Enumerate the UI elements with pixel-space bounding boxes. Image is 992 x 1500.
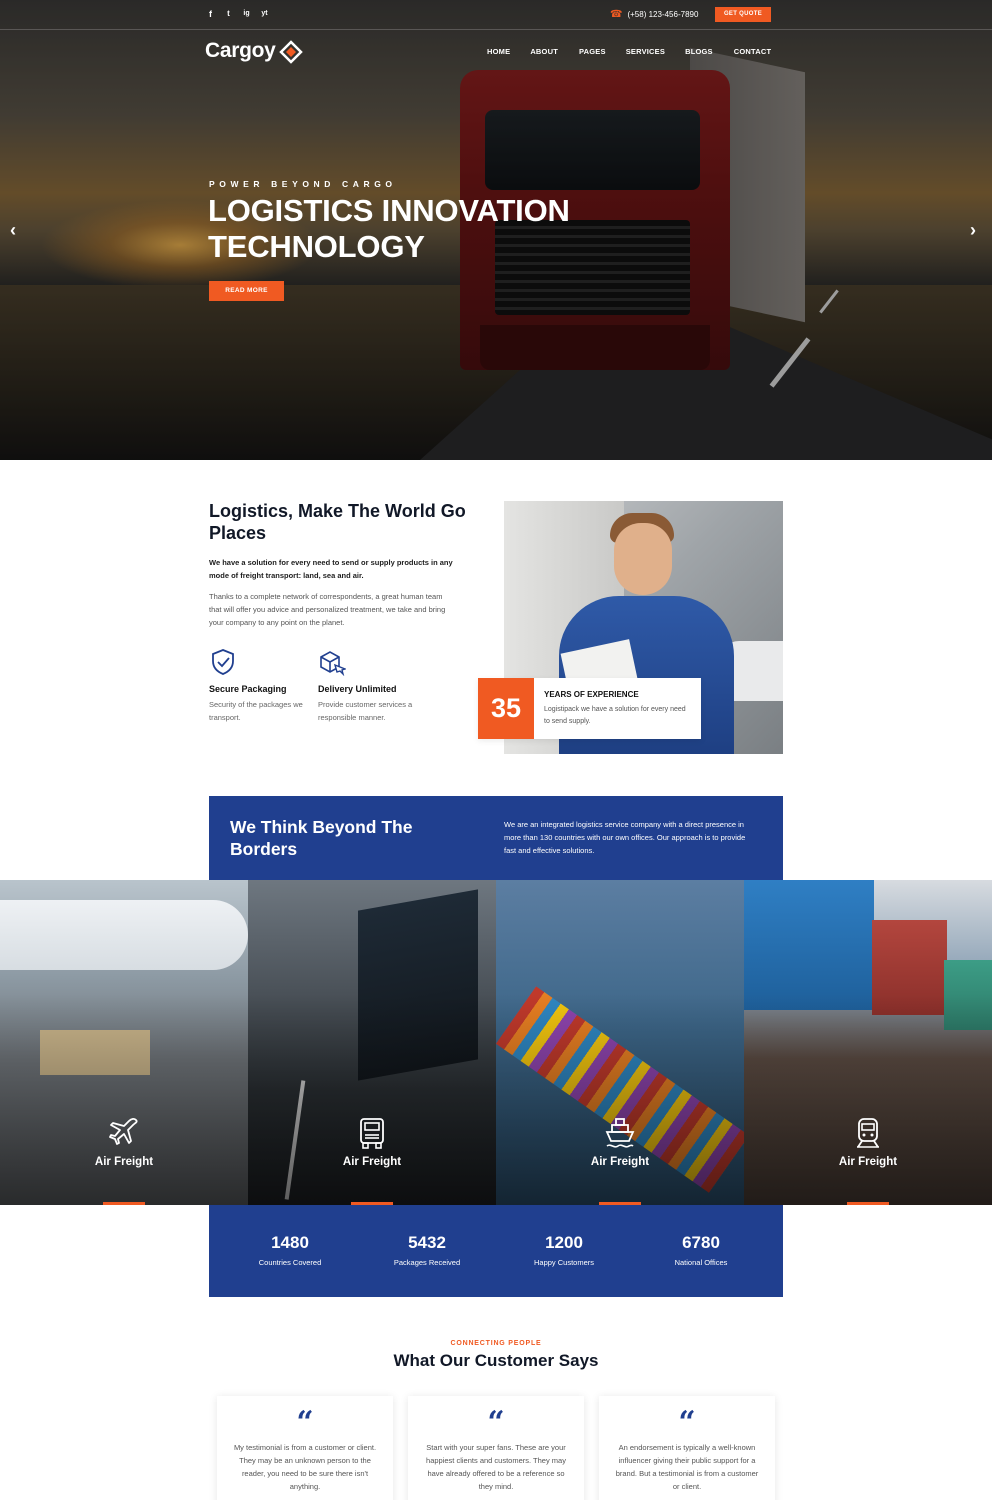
stat-label: Packages Received (393, 1258, 461, 1267)
feature-secure-packaging: Secure Packaging Security of the package… (209, 648, 324, 724)
quote-icon: “ (678, 1405, 696, 1440)
experience-desc: Logistipack we have a solution for every… (544, 706, 686, 725)
tile-accent-bar (847, 1202, 889, 1205)
shield-check-icon (209, 648, 237, 676)
service-label: Air Freight (94, 1156, 154, 1168)
nav-pages[interactable]: PAGES (579, 47, 606, 56)
service-tile-rail[interactable]: Air Freight (744, 880, 992, 1205)
logo-mark-icon (278, 40, 303, 64)
testimonial-card: “ Start with your super fans. These are … (408, 1396, 584, 1500)
about-lead: We have a solution for every need to sen… (209, 558, 453, 580)
testimonial-text: Start with your super fans. These are yo… (426, 1443, 566, 1491)
about-title: Logistics, Make The World Go Places (209, 501, 466, 543)
service-label: Air Freight (590, 1156, 650, 1168)
feature-title: Delivery Unlimited (318, 684, 397, 694)
train-icon (852, 1116, 884, 1150)
experience-title: YEARS OF EXPERIENCE (544, 690, 639, 699)
social-links: f t ig yt (206, 8, 269, 20)
read-more-button[interactable]: READ MORE (209, 281, 284, 301)
instagram-icon[interactable]: ig (242, 8, 251, 20)
stat-label: National Offices (674, 1258, 728, 1267)
hero-section: f t ig yt ☎ (+58) 123-456-7890 GET QUOTE… (0, 0, 992, 460)
banner-text: We are an integrated logistics service c… (504, 820, 746, 855)
experience-number: 35 (478, 678, 534, 739)
testimonial-card: “ My testimonial is from a customer or c… (217, 1396, 393, 1500)
airplane-icon (108, 1116, 140, 1150)
banner-title: We Think Beyond The Borders (230, 817, 413, 859)
nav-blogs[interactable]: BLOGS (685, 47, 713, 56)
feature-title: Secure Packaging (209, 684, 287, 694)
hero-kicker: POWER BEYOND CARGO (209, 179, 397, 189)
logo-text: Cargoy (205, 39, 276, 62)
youtube-icon[interactable]: yt (260, 8, 269, 20)
nav-about[interactable]: ABOUT (530, 47, 558, 56)
box-plane-icon (318, 648, 348, 677)
stat-item: 1200 Happy Customers (494, 1233, 634, 1267)
stat-value: 1200 (545, 1233, 583, 1252)
testimonial-text: My testimonial is from a customer or cli… (233, 1443, 377, 1491)
nav-services[interactable]: SERVICES (626, 47, 665, 56)
stats-bar: 1480 Countries Covered 5432 Packages Rec… (209, 1205, 783, 1297)
stat-value: 1480 (271, 1233, 309, 1252)
photo-person-head (614, 523, 672, 595)
service-tile-road[interactable]: Air Freight (248, 880, 496, 1205)
main-nav: HOME ABOUT PAGES SERVICES BLOGS CONTACT (487, 47, 771, 56)
ship-icon (604, 1116, 636, 1150)
feature-desc: Provide customer services a responsible … (318, 700, 413, 722)
stat-item: 5432 Packages Received (357, 1233, 497, 1267)
about-body: Thanks to a complete network of correspo… (209, 592, 446, 627)
feature-delivery-unlimited: Delivery Unlimited Provide customer serv… (318, 648, 433, 724)
stat-value: 5432 (408, 1233, 446, 1252)
phone-number: (+58) 123-456-7890 (627, 10, 699, 19)
get-quote-button[interactable]: GET QUOTE (715, 7, 771, 22)
stat-item: 1480 Countries Covered (220, 1233, 360, 1267)
stat-value: 6780 (682, 1233, 720, 1252)
service-tile-sea[interactable]: Air Freight (496, 880, 744, 1205)
truck-icon (356, 1116, 388, 1150)
hero-title: LOGISTICS INNOVATION TECHNOLOGY (208, 193, 570, 264)
testimonials-title: What Our Customer Says (393, 1351, 599, 1370)
experience-card: 35 YEARS OF EXPERIENCE Logistipack we ha… (478, 678, 701, 739)
borders-banner: We Think Beyond The Borders We are an in… (209, 796, 783, 881)
quote-icon: “ (487, 1405, 505, 1440)
slider-prev-arrow[interactable]: ‹ (10, 220, 16, 241)
stat-item: 6780 National Offices (631, 1233, 771, 1267)
quote-icon: “ (296, 1405, 314, 1440)
feature-desc: Security of the packages we transport. (209, 700, 303, 722)
service-tiles: Air Freight Air Freight Air Freight Air … (0, 880, 992, 1205)
twitter-icon[interactable]: t (224, 8, 233, 20)
phone-icon: ☎ (610, 9, 623, 20)
testimonial-text: An endorsement is typically a well-known… (615, 1443, 759, 1491)
facebook-icon[interactable]: f (206, 8, 215, 20)
logo[interactable]: Cargoy (205, 39, 303, 64)
tile-accent-bar (103, 1202, 145, 1205)
top-bar: f t ig yt ☎ (+58) 123-456-7890 GET QUOTE (0, 0, 992, 30)
nav-contact[interactable]: CONTACT (734, 47, 772, 56)
service-label: Air Freight (838, 1156, 898, 1168)
service-tile-air[interactable]: Air Freight (0, 880, 248, 1205)
testimonial-card: “ An endorsement is typically a well-kno… (599, 1396, 775, 1500)
service-label: Air Freight (342, 1156, 402, 1168)
nav-home[interactable]: HOME (487, 47, 510, 56)
slider-next-arrow[interactable]: › (970, 220, 976, 241)
phone-contact[interactable]: ☎ (+58) 123-456-7890 (610, 9, 698, 20)
testimonials-kicker: CONNECTING PEOPLE (450, 1340, 542, 1347)
stat-label: Countries Covered (258, 1258, 322, 1267)
stat-label: Happy Customers (533, 1258, 595, 1267)
